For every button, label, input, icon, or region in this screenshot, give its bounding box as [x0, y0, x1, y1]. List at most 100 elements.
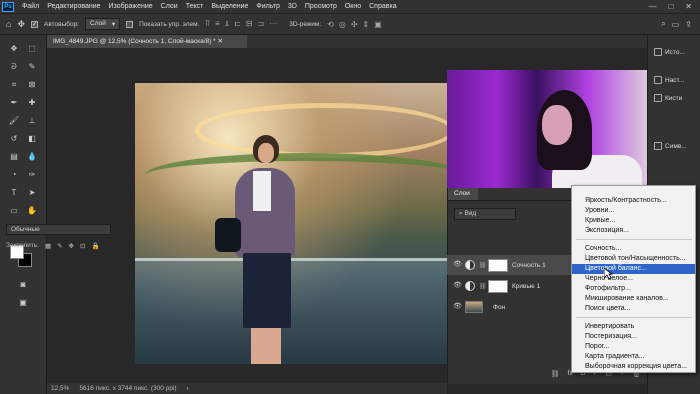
layers-tab[interactable]: Слои: [448, 188, 478, 200]
menu-view[interactable]: Просмотр: [301, 3, 341, 10]
history-brush-tool-icon[interactable]: ↺: [8, 133, 20, 145]
maximize-button[interactable]: □: [668, 2, 673, 11]
zoom-level[interactable]: 12,5%: [51, 385, 69, 392]
menu-item-vibrance[interactable]: Сочность...: [572, 244, 695, 254]
layer-filter-dropdown[interactable]: ⌕ Вид: [454, 208, 516, 220]
menu-edit[interactable]: Редактирование: [43, 3, 104, 10]
panel-settings[interactable]: Наст...: [654, 73, 699, 87]
menu-item-invert[interactable]: Инвертировать: [572, 322, 695, 332]
close-tab-icon[interactable]: ✕: [217, 38, 222, 45]
move-tool-icon[interactable]: ✥: [17, 19, 25, 30]
share-icon[interactable]: ⇪: [685, 20, 700, 29]
lock-all-icon[interactable]: 🔒: [91, 242, 99, 250]
menu-item-posterize[interactable]: Постеризация...: [572, 332, 695, 342]
menu-window[interactable]: Окно: [341, 3, 365, 10]
3d-rotate-icon[interactable]: ⟲: [327, 20, 334, 29]
3d-slide-icon[interactable]: ⇕: [363, 20, 370, 29]
layer-mask-thumbnail[interactable]: [488, 279, 508, 293]
rectangle-tool-icon[interactable]: ▭: [8, 205, 20, 217]
gradient-tool-icon[interactable]: ▤: [8, 151, 20, 163]
show-controls-checkbox[interactable]: [126, 20, 134, 28]
lock-artboard-icon[interactable]: ⊡: [80, 242, 85, 250]
move-tool-icon[interactable]: ✥: [8, 43, 20, 55]
chevron-right-icon[interactable]: ›: [187, 385, 189, 392]
quick-select-tool-icon[interactable]: ✎: [26, 61, 38, 73]
healing-tool-icon[interactable]: ✚: [26, 97, 38, 109]
brush-tool-icon[interactable]: 🖌: [8, 115, 20, 127]
menu-item-photo-filter[interactable]: Фотофильтр...: [572, 284, 695, 294]
blend-mode-dropdown[interactable]: Обычные: [6, 224, 111, 235]
quick-mask-icon[interactable]: ◙: [17, 279, 29, 291]
eraser-tool-icon[interactable]: ◧: [26, 133, 38, 145]
align-right-icon[interactable]: ⊐: [258, 19, 265, 29]
marquee-tool-icon[interactable]: ⬚: [26, 43, 38, 55]
layer-row[interactable]: 👁 ⛓ Кривые 1: [447, 276, 572, 296]
menu-file[interactable]: Файл: [18, 3, 43, 10]
visibility-eye-icon[interactable]: 👁: [453, 261, 462, 269]
layer-row[interactable]: 👁 Фон: [447, 297, 572, 317]
panel-character[interactable]: Симв...: [654, 139, 699, 153]
hand-tool-icon[interactable]: ✋: [26, 205, 38, 217]
align-center-icon[interactable]: ⊟: [246, 19, 253, 29]
align-bottom-icon[interactable]: ⫫: [225, 19, 230, 29]
layer-name[interactable]: Кривые 1: [512, 283, 540, 290]
type-tool-icon[interactable]: T: [8, 187, 20, 199]
link-icon[interactable]: ⛓: [551, 370, 560, 380]
3d-roll-icon[interactable]: ◎: [339, 20, 346, 29]
layer-row[interactable]: 👁 ⛓ Сочность 1: [447, 255, 572, 275]
document-canvas-photo[interactable]: [135, 83, 447, 364]
3d-drag-icon[interactable]: ✣: [351, 20, 358, 29]
screen-mode-icon[interactable]: ▣: [17, 297, 29, 309]
blur-tool-icon[interactable]: 💧: [26, 151, 38, 163]
close-button[interactable]: ✕: [685, 2, 692, 11]
menu-item-brightness-contrast[interactable]: Яркость/Контрастность...: [572, 196, 695, 206]
workspace-icon[interactable]: ▭: [672, 20, 680, 29]
menu-item-exposure[interactable]: Экспозиция...: [572, 226, 695, 236]
panel-history[interactable]: Исто...: [654, 45, 699, 59]
path-select-tool-icon[interactable]: ➤: [26, 187, 38, 199]
menu-item-gradient-map[interactable]: Карта градиента...: [572, 352, 695, 362]
align-middle-icon[interactable]: ≡: [215, 19, 220, 29]
more-icon[interactable]: ···: [269, 19, 277, 29]
menu-select[interactable]: Выделение: [207, 3, 252, 10]
stamp-tool-icon[interactable]: ⊥: [26, 115, 38, 127]
menu-item-black-white[interactable]: Черно-белое...: [572, 274, 695, 284]
dodge-tool-icon[interactable]: ◔: [8, 169, 20, 181]
lock-position-icon[interactable]: ✥: [69, 242, 74, 250]
align-left-icon[interactable]: ⊏: [234, 19, 241, 29]
menu-item-color-lookup[interactable]: Поиск цвета...: [572, 304, 695, 314]
menu-image[interactable]: Изображение: [105, 3, 157, 10]
search-icon[interactable]: ⌕: [661, 19, 665, 29]
layer-mask-thumbnail[interactable]: [488, 258, 508, 272]
frame-tool-icon[interactable]: ⊠: [26, 79, 38, 91]
mask-link-icon[interactable]: ⛓: [479, 283, 487, 290]
home-icon[interactable]: ⌂: [6, 19, 11, 29]
menu-item-channel-mixer[interactable]: Микширование каналов...: [572, 294, 695, 304]
autoselect-checkbox[interactable]: ✓: [30, 20, 38, 28]
menu-3d[interactable]: 3D: [284, 3, 301, 10]
lock-pixels-icon[interactable]: ▦: [45, 242, 51, 250]
menu-item-hue-saturation[interactable]: Цветовой тон/Насыщенность...: [572, 254, 695, 264]
3d-camera-icon[interactable]: ▣: [374, 20, 382, 29]
menu-help[interactable]: Справка: [365, 3, 400, 10]
eyedropper-tool-icon[interactable]: ✒: [8, 97, 20, 109]
crop-tool-icon[interactable]: ⌗: [8, 79, 20, 91]
lock-paint-icon[interactable]: ✎: [57, 242, 62, 250]
lasso-tool-icon[interactable]: ᘐ: [8, 61, 20, 73]
layer-name[interactable]: Сочность 1: [512, 262, 546, 269]
document-tab[interactable]: IMG_4849.JPG @ 12,5% (Сочность 1, Слой-м…: [47, 35, 247, 48]
menu-item-selective-color[interactable]: Выборочная коррекция цвета...: [572, 362, 695, 372]
menu-layers[interactable]: Слои: [157, 3, 182, 10]
visibility-eye-icon[interactable]: 👁: [453, 282, 462, 290]
minimize-button[interactable]: —: [648, 2, 656, 11]
mask-link-icon[interactable]: ⛓: [479, 262, 487, 269]
menu-item-threshold[interactable]: Порог...: [572, 342, 695, 352]
layer-name[interactable]: Фон: [493, 304, 505, 311]
pen-tool-icon[interactable]: ✑: [26, 169, 38, 181]
visibility-eye-icon[interactable]: 👁: [453, 303, 462, 311]
menu-item-color-balance[interactable]: Цветовой баланс...: [572, 264, 695, 274]
menu-filter[interactable]: Фильтр: [252, 3, 284, 10]
autoselect-dropdown[interactable]: Слой ▾: [85, 18, 121, 30]
align-top-icon[interactable]: ⫪: [205, 19, 210, 29]
menu-type[interactable]: Текст: [182, 3, 208, 10]
